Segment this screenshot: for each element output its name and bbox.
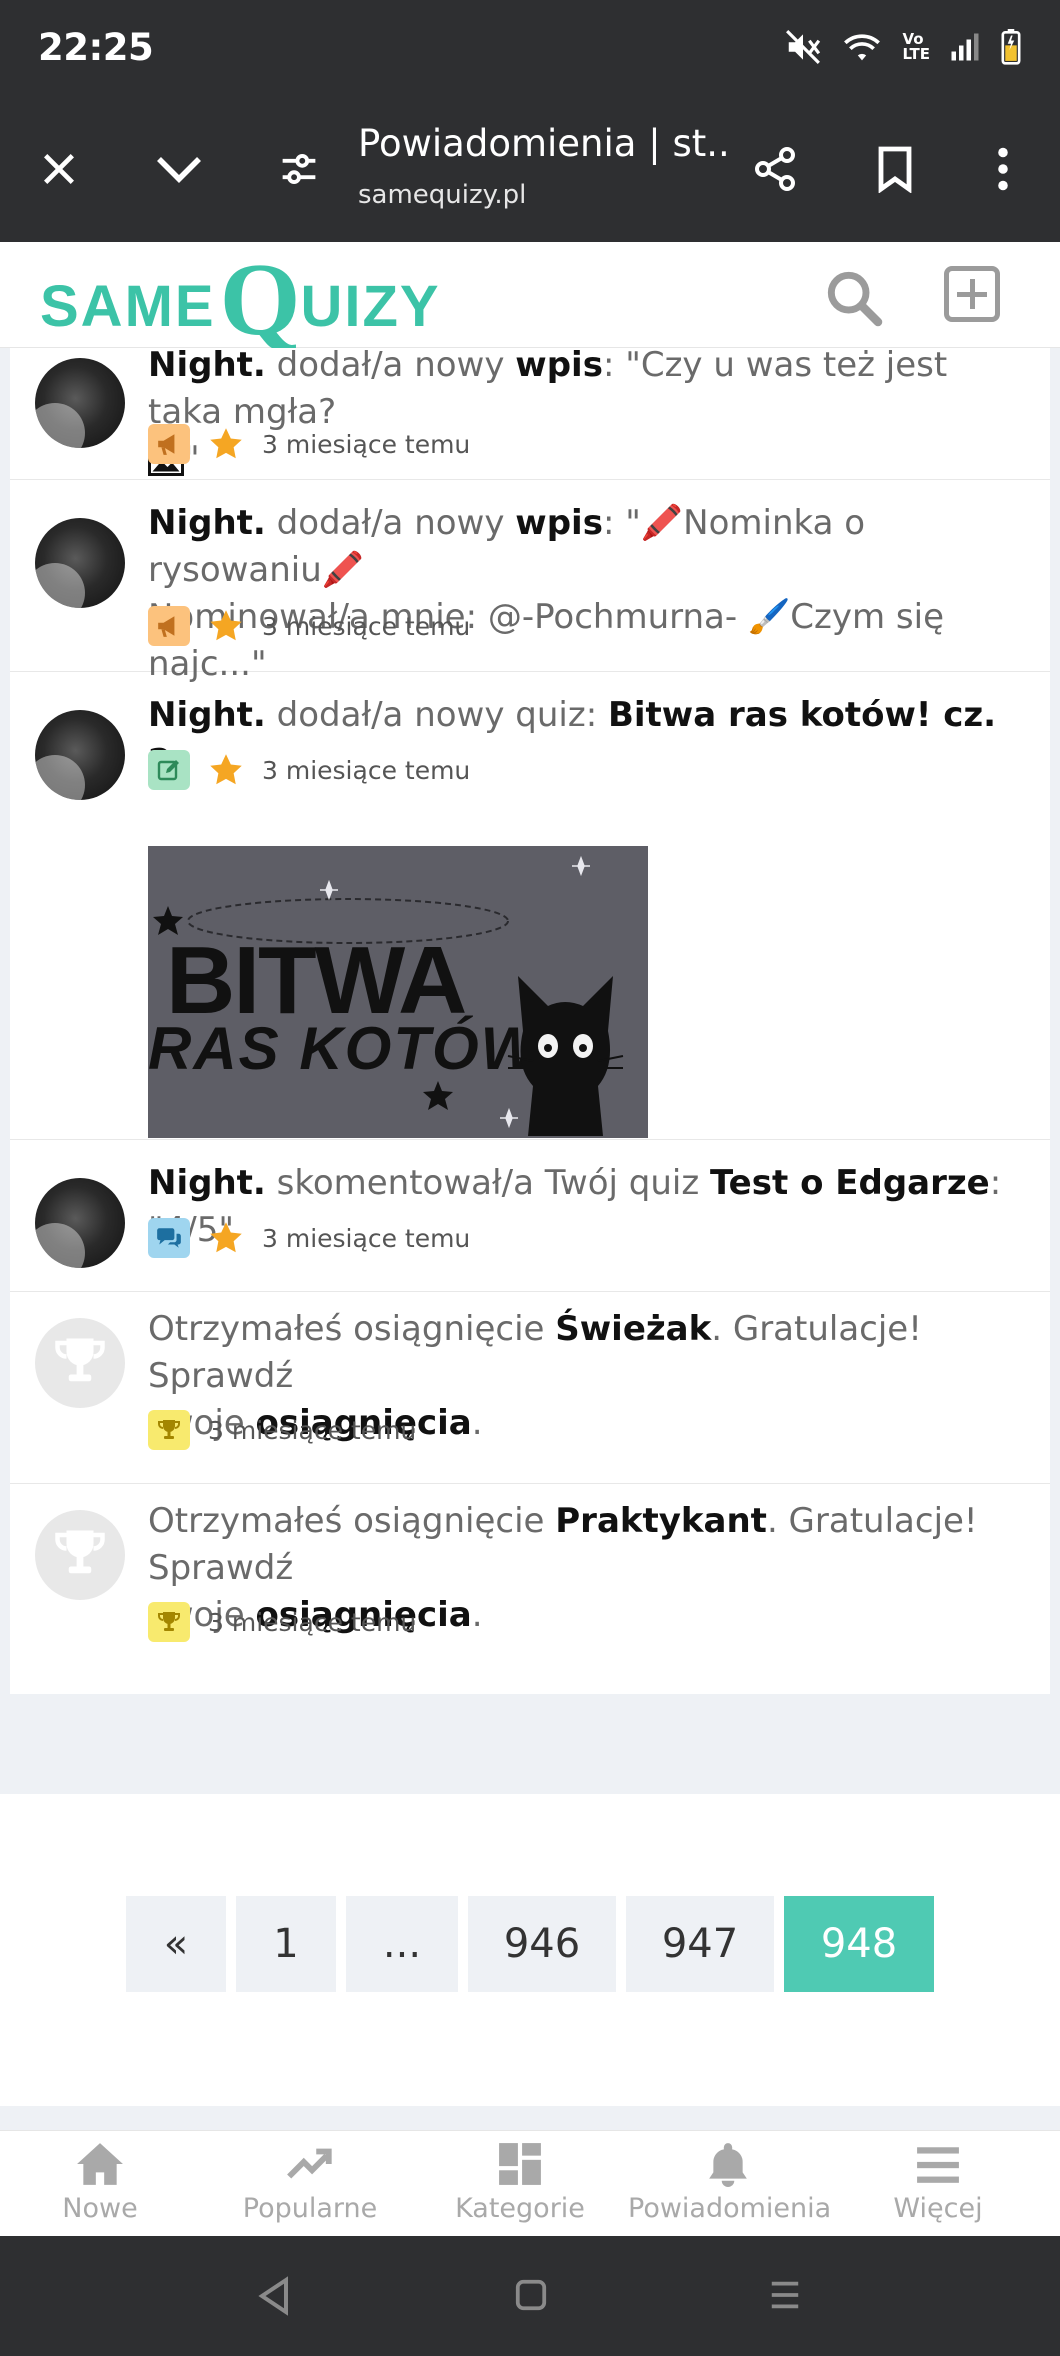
avatar[interactable]	[35, 710, 125, 800]
star-icon	[208, 752, 244, 788]
quiz-image-subtitle: RAS KOTÓW	[148, 1015, 540, 1082]
notifications-list: Night. dodał/a nowy wpis: "Czy u was też…	[10, 348, 1050, 1694]
nav-kategorie[interactable]: Kategorie	[420, 2141, 620, 2224]
trophy-icon	[148, 1602, 190, 1642]
avatar[interactable]	[35, 518, 125, 608]
notification-time: 3 miesiące temu	[262, 429, 471, 459]
home-nav-icon[interactable]	[514, 2278, 548, 2317]
menu-icon	[838, 2141, 1038, 2187]
nav-nowe[interactable]: Nowe	[0, 2141, 200, 2224]
notification-time: 3 miesiące temu	[208, 1415, 417, 1445]
bell-icon	[628, 2141, 828, 2187]
star-icon	[208, 608, 244, 644]
battery-icon	[1000, 29, 1022, 65]
notification-meta: 3 miesiące temu	[148, 1602, 416, 1642]
notification-meta: 3 miesiące temu	[148, 1218, 470, 1258]
recents-icon[interactable]	[768, 2278, 802, 2317]
collapse-button[interactable]	[144, 136, 214, 206]
notification-time: 3 miesiące temu	[262, 755, 471, 785]
status-icons: Vo LTE	[784, 28, 1022, 66]
share-icon	[751, 145, 799, 198]
trophy-icon	[53, 1526, 107, 1585]
tune-icon	[279, 151, 319, 192]
nav-wiecej[interactable]: Więcej	[838, 2141, 1038, 2224]
close-button[interactable]	[24, 136, 94, 206]
notification-meta: 3 miesiące temu	[148, 606, 470, 646]
chevron-down-icon	[155, 154, 203, 189]
site-settings-button[interactable]	[264, 136, 334, 206]
avatar	[35, 1510, 125, 1600]
page-url[interactable]: samequizy.pl	[358, 180, 526, 210]
pagination: « 1 ... 946 947 948	[126, 1896, 934, 1992]
bookmark-icon	[875, 145, 915, 198]
notification-text: Night. dodał/a nowy wpis: "🖍️Nominka o r…	[148, 503, 945, 684]
status-time: 22:25	[38, 26, 154, 69]
star-icon	[208, 426, 244, 462]
page-current[interactable]: 948	[784, 1896, 934, 1992]
nav-powiadomienia[interactable]: Powiadomienia	[628, 2141, 831, 2224]
notification-item[interactable]: Otrzymałeś osiągnięcie Świeżak. Gratulac…	[10, 1292, 1050, 1484]
notification-time: 3 miesiące temu	[262, 611, 471, 641]
avatar[interactable]	[35, 358, 125, 448]
notification-meta: 3 miesiące temu	[148, 1410, 416, 1450]
notification-item[interactable]: Night. dodał/a nowy wpis: "Czy u was też…	[10, 348, 1050, 480]
site-logo[interactable]: SAME Q UIZY	[40, 247, 441, 351]
page-title: Powiadomienia | st...	[358, 122, 728, 165]
notification-meta: 3 miesiące temu	[148, 750, 470, 790]
quiz-thumbnail[interactable]: BITWA RAS KOTÓW	[148, 846, 648, 1138]
mute-icon	[784, 28, 822, 66]
share-button[interactable]	[740, 136, 810, 206]
page-ellipsis: ...	[346, 1896, 458, 1992]
page-link[interactable]: 946	[468, 1896, 616, 1992]
close-icon	[39, 149, 79, 194]
site-header: SAME Q UIZY	[0, 242, 1060, 351]
avatar	[35, 1318, 125, 1408]
volte-icon: Vo LTE	[902, 30, 930, 63]
home-icon	[0, 2141, 200, 2187]
trending-icon	[210, 2141, 410, 2187]
megaphone-icon	[148, 424, 190, 464]
pagination-section: « 1 ... 946 947 948	[0, 1794, 1060, 2106]
edit-icon	[148, 750, 190, 790]
search-button[interactable]	[822, 266, 886, 330]
notification-time: 3 miesiące temu	[208, 1607, 417, 1637]
bookmark-button[interactable]	[860, 136, 930, 206]
notification-text: Night. dodał/a nowy wpis: "Czy u was też…	[148, 348, 1028, 489]
back-icon[interactable]	[256, 2276, 292, 2321]
nav-popularne[interactable]: Popularne	[210, 2141, 410, 2224]
status-bar: 22:25 Vo LTE	[0, 0, 1060, 100]
more-icon	[997, 147, 1009, 196]
search-icon	[822, 271, 886, 334]
avatar[interactable]	[35, 1178, 125, 1268]
notification-item[interactable]: Otrzymałeś osiągnięcie Praktykant. Gratu…	[10, 1484, 1050, 1674]
notification-time: 3 miesiące temu	[262, 1223, 471, 1253]
page-link[interactable]: 1	[236, 1896, 336, 1992]
more-button[interactable]	[968, 136, 1038, 206]
wifi-icon	[842, 29, 882, 65]
notification-meta: 3 miesiące temu	[148, 424, 470, 464]
dashboard-icon	[420, 2141, 620, 2187]
bottom-nav: Nowe Popularne Kategorie Powiadomienia W…	[0, 2130, 1060, 2236]
comment-icon	[148, 1218, 190, 1258]
add-button[interactable]	[944, 266, 1000, 322]
page-link[interactable]: 947	[626, 1896, 774, 1992]
notification-item[interactable]: Night. dodał/a nowy wpis: "🖍️Nominka o r…	[10, 480, 1050, 684]
signal-icon	[950, 32, 980, 62]
trophy-icon	[53, 1334, 107, 1393]
star-icon	[208, 1220, 244, 1256]
notification-item[interactable]: Night. skomentował/a Twój quiz Test o Ed…	[10, 1140, 1050, 1292]
trophy-icon	[148, 1410, 190, 1450]
system-nav-bar	[0, 2236, 1060, 2356]
page-prev[interactable]: «	[126, 1896, 226, 1992]
cat-illustration	[507, 976, 624, 1136]
browser-toolbar: Powiadomienia | st... samequizy.pl	[0, 100, 1060, 242]
section-gap	[0, 1694, 1060, 1794]
megaphone-icon	[148, 606, 190, 646]
